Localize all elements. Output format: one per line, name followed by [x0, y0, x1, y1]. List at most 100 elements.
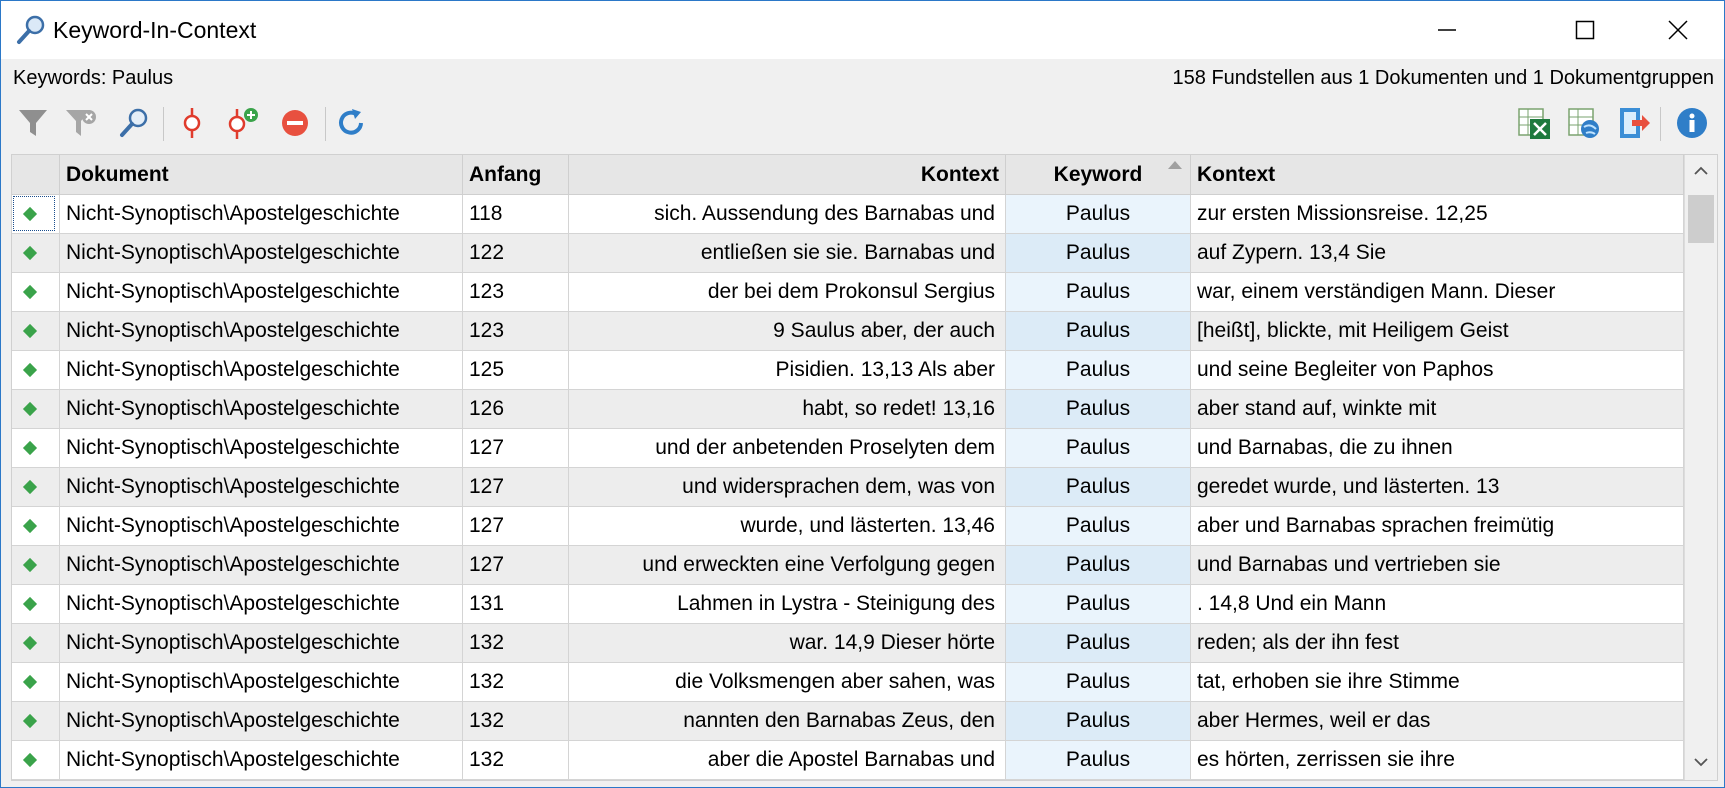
table-row[interactable]: Nicht-Synoptisch\Apostelgeschichte 127 und… [12, 429, 1684, 468]
cell-dokument[interactable]: Nicht-Synoptisch\Apostelgeschichte [60, 429, 463, 467]
maximize-button[interactable] [1539, 1, 1631, 59]
cell-anfang[interactable]: 123 [463, 273, 569, 311]
cell-anfang[interactable]: 122 [463, 234, 569, 272]
header-kontext-left[interactable]: Kontext [569, 155, 1006, 194]
search-button[interactable] [115, 103, 155, 143]
cell-kontext-left[interactable]: und erweckten eine Verfolgung gegen [569, 546, 1006, 584]
cell-kontext-right[interactable]: geredet wurde, und lästerten. 13 [1191, 468, 1684, 506]
cell-kontext-right[interactable]: [heißt], blickte, mit Heiligem Geist [1191, 312, 1684, 350]
cell-anfang[interactable]: 125 [463, 351, 569, 389]
table-row[interactable]: Nicht-Synoptisch\Apostelgeschichte 123 der… [12, 273, 1684, 312]
row-marker[interactable] [12, 390, 60, 428]
cell-dokument[interactable]: Nicht-Synoptisch\Apostelgeschichte [60, 312, 463, 350]
cell-kontext-left[interactable]: und widersprachen dem, was von [569, 468, 1006, 506]
cell-keyword[interactable]: Paulus [1006, 507, 1191, 545]
cell-kontext-right[interactable]: aber stand auf, winkte mit [1191, 390, 1684, 428]
row-marker[interactable] [12, 663, 60, 701]
vertical-scrollbar[interactable] [1684, 155, 1717, 780]
cell-kontext-left[interactable]: wurde, und lästerten. 13,46 [569, 507, 1006, 545]
table-row[interactable]: Nicht-Synoptisch\Apostelgeschichte 132 abe… [12, 741, 1684, 780]
cell-anfang[interactable]: 127 [463, 468, 569, 506]
cell-kontext-left[interactable]: 9 Saulus aber, der auch [569, 312, 1006, 350]
cell-dokument[interactable]: Nicht-Synoptisch\Apostelgeschichte [60, 468, 463, 506]
header-kontext-right[interactable]: Kontext [1191, 155, 1684, 194]
export-button[interactable] [1614, 103, 1654, 143]
info-button[interactable] [1672, 103, 1712, 143]
row-marker[interactable] [12, 351, 60, 389]
row-marker[interactable] [12, 702, 60, 740]
cell-kontext-right[interactable]: und Barnabas und vertrieben sie [1191, 546, 1684, 584]
cell-anfang[interactable]: 126 [463, 390, 569, 428]
table-row[interactable]: Nicht-Synoptisch\Apostelgeschichte 118 sic… [12, 195, 1684, 234]
header-keyword[interactable]: Keyword [1006, 155, 1191, 194]
cell-keyword[interactable]: Paulus [1006, 234, 1191, 272]
cell-dokument[interactable]: Nicht-Synoptisch\Apostelgeschichte [60, 351, 463, 389]
cell-anfang[interactable]: 127 [463, 429, 569, 467]
cell-keyword[interactable]: Paulus [1006, 351, 1191, 389]
close-button[interactable] [1632, 1, 1724, 59]
table-row[interactable]: Nicht-Synoptisch\Apostelgeschichte 125 Pis… [12, 351, 1684, 390]
cell-kontext-right[interactable]: auf Zypern. 13,4 Sie [1191, 234, 1684, 272]
header-anfang[interactable]: Anfang [463, 155, 569, 194]
cell-anfang[interactable]: 132 [463, 741, 569, 779]
cell-kontext-right[interactable]: aber und Barnabas sprachen freimütig [1191, 507, 1684, 545]
cell-dokument[interactable]: Nicht-Synoptisch\Apostelgeschichte [60, 273, 463, 311]
cell-keyword[interactable]: Paulus [1006, 273, 1191, 311]
cell-keyword[interactable]: Paulus [1006, 312, 1191, 350]
row-marker[interactable] [12, 195, 60, 233]
table-row[interactable]: Nicht-Synoptisch\Apostelgeschichte 127 und… [12, 546, 1684, 585]
cell-keyword[interactable]: Paulus [1006, 390, 1191, 428]
cell-kontext-left[interactable]: und der anbetenden Proselyten dem [569, 429, 1006, 467]
cell-anfang[interactable]: 132 [463, 624, 569, 662]
cell-kontext-left[interactable]: sich. Aussendung des Barnabas und [569, 195, 1006, 233]
table-row[interactable]: Nicht-Synoptisch\Apostelgeschichte 122 ent… [12, 234, 1684, 273]
cell-kontext-left[interactable]: aber die Apostel Barnabas und [569, 741, 1006, 779]
refresh-button[interactable] [331, 103, 371, 143]
cell-kontext-right[interactable]: aber Hermes, weil er das [1191, 702, 1684, 740]
row-marker[interactable] [12, 429, 60, 467]
table-row[interactable]: Nicht-Synoptisch\Apostelgeschichte 132 nan… [12, 702, 1684, 741]
cell-kontext-left[interactable]: der bei dem Prokonsul Sergius [569, 273, 1006, 311]
cell-kontext-left[interactable]: entließen sie sie. Barnabas und [569, 234, 1006, 272]
cell-keyword[interactable]: Paulus [1006, 429, 1191, 467]
cell-keyword[interactable]: Paulus [1006, 195, 1191, 233]
cell-anfang[interactable]: 127 [463, 507, 569, 545]
cell-kontext-right[interactable]: und Barnabas, die zu ihnen [1191, 429, 1684, 467]
cell-dokument[interactable]: Nicht-Synoptisch\Apostelgeschichte [60, 507, 463, 545]
row-marker[interactable] [12, 546, 60, 584]
remove-button[interactable] [275, 103, 315, 143]
cell-keyword[interactable]: Paulus [1006, 546, 1191, 584]
cell-dokument[interactable]: Nicht-Synoptisch\Apostelgeschichte [60, 390, 463, 428]
cell-kontext-left[interactable]: Pisidien. 13,13 Als aber [569, 351, 1006, 389]
table-row[interactable]: Nicht-Synoptisch\Apostelgeschichte 126 hab… [12, 390, 1684, 429]
filter-button[interactable] [13, 103, 53, 143]
table-row[interactable]: Nicht-Synoptisch\Apostelgeschichte 132 die… [12, 663, 1684, 702]
cell-anfang[interactable]: 127 [463, 546, 569, 584]
row-marker[interactable] [12, 468, 60, 506]
row-marker[interactable] [12, 234, 60, 272]
table-row[interactable]: Nicht-Synoptisch\Apostelgeschichte 123 9 S… [12, 312, 1684, 351]
row-marker[interactable] [12, 273, 60, 311]
export-excel-button[interactable] [1514, 103, 1554, 143]
cell-anfang[interactable]: 132 [463, 663, 569, 701]
row-marker[interactable] [12, 507, 60, 545]
cell-dokument[interactable]: Nicht-Synoptisch\Apostelgeschichte [60, 234, 463, 272]
cell-keyword[interactable]: Paulus [1006, 624, 1191, 662]
cell-dokument[interactable]: Nicht-Synoptisch\Apostelgeschichte [60, 741, 463, 779]
table-row[interactable]: Nicht-Synoptisch\Apostelgeschichte 127 und… [12, 468, 1684, 507]
cell-keyword[interactable]: Paulus [1006, 663, 1191, 701]
cell-kontext-right[interactable]: zur ersten Missionsreise. 12,25 [1191, 195, 1684, 233]
clear-filter-button[interactable] [61, 103, 101, 143]
cell-dokument[interactable]: Nicht-Synoptisch\Apostelgeschichte [60, 585, 463, 623]
cell-kontext-right[interactable]: es hörten, zerrissen sie ihre [1191, 741, 1684, 779]
row-marker[interactable] [12, 624, 60, 662]
cell-keyword[interactable]: Paulus [1006, 585, 1191, 623]
scroll-up-button[interactable] [1685, 157, 1717, 187]
cell-kontext-left[interactable]: Lahmen in Lystra - Steinigung des [569, 585, 1006, 623]
cell-dokument[interactable]: Nicht-Synoptisch\Apostelgeschichte [60, 195, 463, 233]
cell-kontext-right[interactable]: reden; als der ihn fest [1191, 624, 1684, 662]
export-html-button[interactable] [1564, 103, 1604, 143]
row-marker[interactable] [12, 741, 60, 779]
cell-anfang[interactable]: 123 [463, 312, 569, 350]
cell-dokument[interactable]: Nicht-Synoptisch\Apostelgeschichte [60, 702, 463, 740]
